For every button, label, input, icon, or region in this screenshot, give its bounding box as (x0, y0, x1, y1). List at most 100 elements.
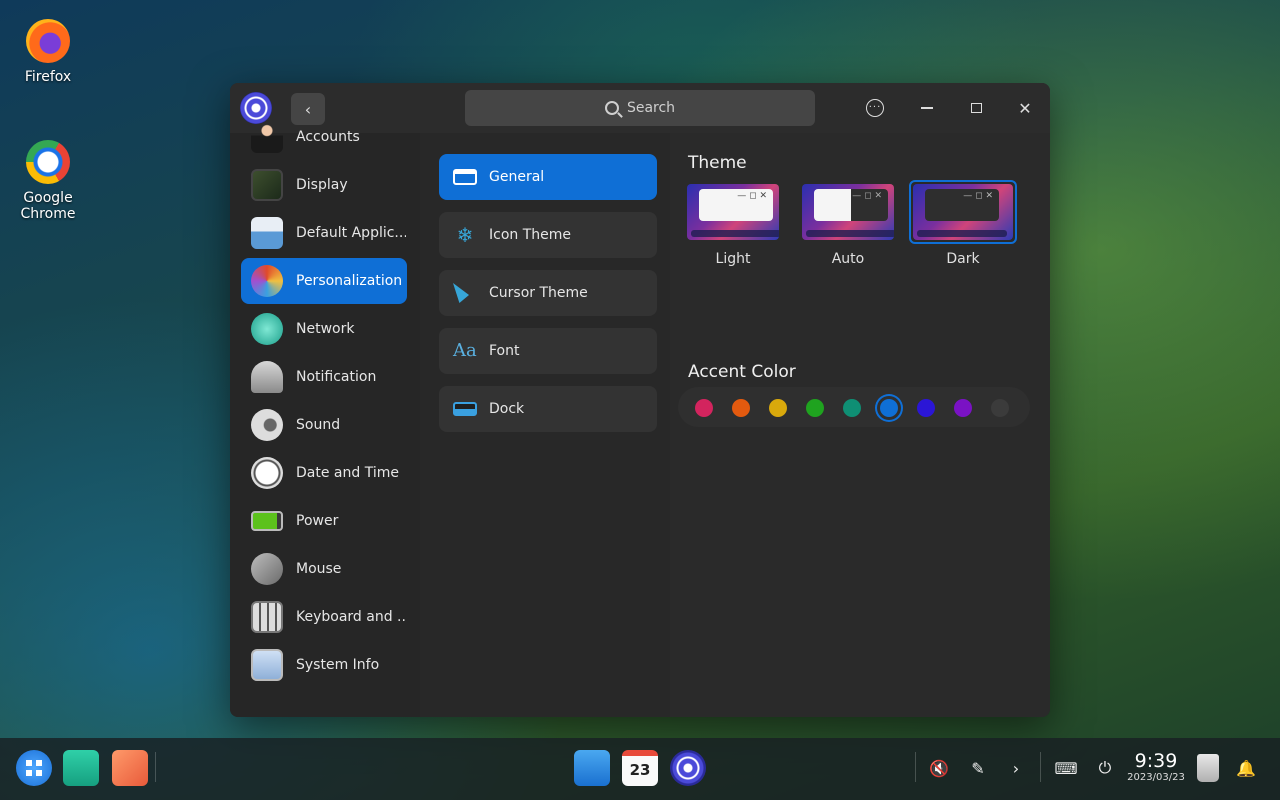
personalization-icon (251, 265, 283, 297)
accent-color-swatch[interactable] (769, 399, 787, 417)
notification-button[interactable]: 🔔 (1232, 754, 1260, 782)
minimize-icon (921, 107, 933, 109)
more-icon: ··· (866, 99, 884, 117)
taskbar-divider (155, 752, 156, 782)
maximize-button[interactable] (961, 93, 991, 123)
bell-icon: 🔔 (1236, 758, 1256, 778)
subnav-item-icon-theme[interactable]: ❄ Icon Theme (439, 212, 657, 258)
default-applications-icon (251, 217, 283, 249)
theme-option-auto[interactable]: — ◻ ✕ (798, 180, 898, 244)
multitask-view-button[interactable] (63, 750, 99, 786)
desktop-icon-label: Google Chrome (20, 190, 76, 222)
clock-time[interactable]: 9:39 (1130, 750, 1182, 772)
tray-expand-button[interactable]: › (1002, 754, 1030, 782)
search-input[interactable]: Search (465, 90, 815, 126)
desktop-icon-label: Firefox (24, 69, 72, 85)
theme-label-dark: Dark (946, 251, 980, 267)
launcher-icon (26, 760, 42, 776)
minimize-button[interactable] (912, 93, 942, 123)
icon-theme-icon: ❄ (456, 223, 474, 247)
theme-preview-light: — ◻ ✕ (687, 184, 779, 240)
subnav-item-dock[interactable]: Dock (439, 386, 657, 432)
theme-preview-dock (917, 230, 1007, 237)
taskbar: 23 🔇 ✎ › ⌨ ⏻ 9:39 2023/03/23 🔔 (0, 738, 1280, 800)
sidebar-item-accounts[interactable]: Accounts (241, 114, 407, 160)
theme-preview-dock (691, 230, 779, 237)
calendar-button[interactable]: 23 (622, 750, 658, 786)
sidebar-item-mouse[interactable]: Mouse (241, 546, 407, 592)
cursor-icon (453, 283, 469, 303)
personalization-subnav: General ❄ Icon Theme Cursor Theme Aa Fon… (420, 133, 670, 717)
accent-color-swatch[interactable] (695, 399, 713, 417)
clock-date[interactable]: 2023/03/23 (1126, 772, 1186, 783)
font-icon: Aa (453, 340, 477, 361)
chrome-icon (26, 140, 70, 184)
window-icon (453, 169, 477, 185)
power-icon: ⏻ (1098, 758, 1112, 777)
speaker-icon (251, 409, 283, 441)
theme-option-light[interactable]: — ◻ ✕ (683, 180, 783, 244)
accent-color-swatch[interactable] (880, 399, 898, 417)
keyboard-icon (251, 601, 283, 633)
subnav-item-cursor-theme[interactable]: Cursor Theme (439, 270, 657, 316)
mouse-icon (251, 553, 283, 585)
search-icon (604, 101, 619, 115)
control-center-window: ‹ Search ··· ✕ Accounts Display Default … (230, 83, 1050, 717)
firefox-icon (26, 19, 70, 63)
accent-color-swatch[interactable] (843, 399, 861, 417)
battery-icon (251, 511, 283, 531)
trash-button[interactable] (1197, 754, 1219, 782)
sidebar-item-network[interactable]: Network (241, 306, 407, 352)
close-button[interactable]: ✕ (1010, 93, 1040, 123)
sidebar-item-system-info[interactable]: System Info (241, 642, 407, 688)
theme-preview-window: — ◻ ✕ (699, 189, 773, 221)
sidebar-item-notification[interactable]: Notification (241, 354, 407, 400)
calendar-day: 23 (629, 761, 651, 779)
desktop-icon-chrome[interactable]: Google Chrome (3, 140, 93, 222)
sidebar-item-default-applications[interactable]: Default Applic... (241, 210, 407, 256)
control-center-button[interactable] (670, 750, 706, 786)
accent-color-swatch[interactable] (917, 399, 935, 417)
sidebar-item-power[interactable]: Power (241, 498, 407, 544)
file-manager-button[interactable] (574, 750, 610, 786)
bell-icon (251, 361, 283, 393)
network-icon (251, 313, 283, 345)
theme-preview-dock (806, 230, 894, 237)
desktop-icon-firefox[interactable]: Firefox (3, 19, 93, 85)
search-placeholder: Search (626, 100, 676, 116)
taskbar-divider (915, 752, 916, 782)
volume-muted-button[interactable]: 🔇 (925, 754, 953, 782)
accent-color-swatch[interactable] (806, 399, 824, 417)
accent-color-swatch[interactable] (991, 399, 1009, 417)
theme-preview-auto: — ◻ ✕ (802, 184, 894, 240)
clock-icon (251, 457, 283, 489)
sidebar-item-personalization[interactable]: Personalization (241, 258, 407, 304)
screen-capture-button[interactable]: ✎ (964, 754, 992, 782)
display-icon (251, 169, 283, 201)
theme-preview-window: — ◻ ✕ (925, 189, 999, 221)
general-settings-panel: Theme — ◻ ✕ Light — ◻ ✕ Auto — ◻ ✕ Dark … (670, 133, 1050, 717)
accent-color-title: Accent Color (688, 362, 796, 382)
maximize-icon (970, 103, 982, 113)
theme-option-dark[interactable]: — ◻ ✕ (909, 180, 1017, 244)
sidebar-item-keyboard[interactable]: Keyboard and ... (241, 594, 407, 640)
subnav-item-font[interactable]: Aa Font (439, 328, 657, 374)
accent-color-swatch[interactable] (954, 399, 972, 417)
accent-color-swatch[interactable] (732, 399, 750, 417)
app-store-button[interactable] (112, 750, 148, 786)
accounts-icon (251, 121, 283, 153)
sidebar-item-date-time[interactable]: Date and Time (241, 450, 407, 496)
chevron-right-icon: › (1012, 758, 1020, 778)
keyboard-layout-button[interactable]: ⌨ (1052, 754, 1080, 782)
dock-icon (453, 402, 477, 416)
subnav-item-general[interactable]: General (439, 154, 657, 200)
sidebar-item-sound[interactable]: Sound (241, 402, 407, 448)
pen-icon: ✎ (971, 758, 985, 778)
power-button[interactable]: ⏻ (1091, 754, 1119, 782)
keyboard-icon: ⌨ (1054, 758, 1078, 778)
volume-muted-icon: 🔇 (929, 758, 949, 778)
launcher-button[interactable] (16, 750, 52, 786)
menu-button[interactable]: ··· (860, 93, 890, 123)
taskbar-divider (1040, 752, 1041, 782)
sidebar-item-display[interactable]: Display (241, 162, 407, 208)
